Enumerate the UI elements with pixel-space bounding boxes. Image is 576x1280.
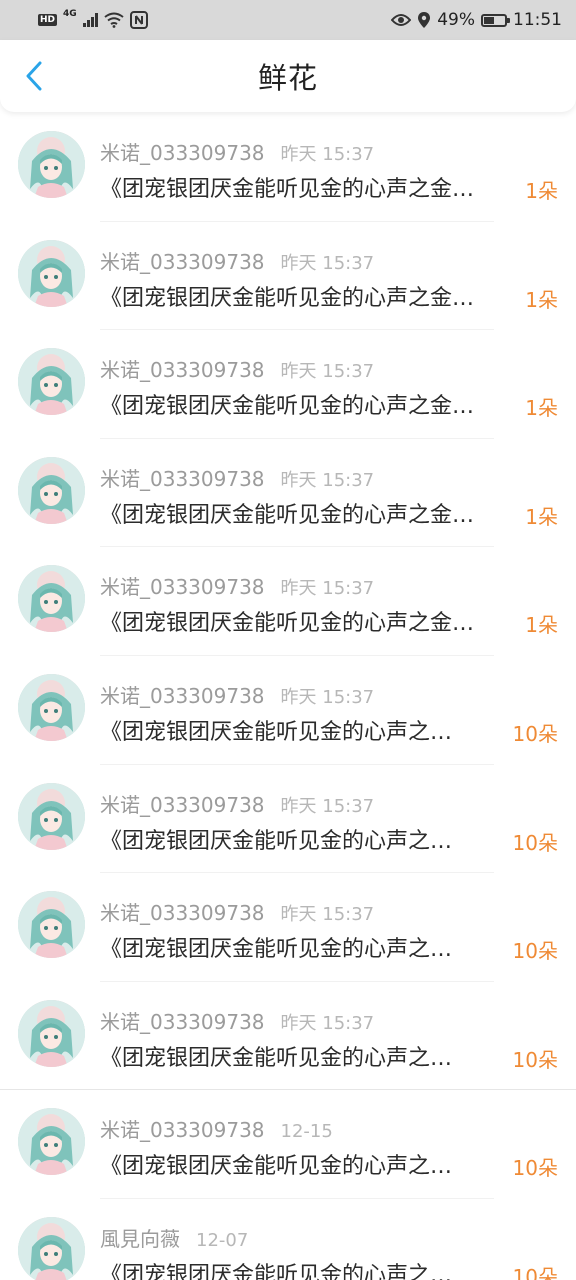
status-bar: HD 4G 49% 11:51 bbox=[0, 0, 576, 40]
avatar[interactable] bbox=[18, 673, 85, 741]
book-title[interactable]: 《团宠银团厌金能听见金的心声之… bbox=[100, 1148, 452, 1180]
avatar[interactable] bbox=[18, 239, 85, 307]
avatar[interactable] bbox=[18, 131, 85, 198]
user-name[interactable]: 風見向薇 bbox=[100, 1223, 180, 1252]
timestamp: 昨天 15:37 bbox=[280, 252, 375, 274]
flower-count: 10朵 bbox=[512, 1047, 558, 1072]
user-name[interactable]: 米诺_033309738 bbox=[100, 571, 265, 600]
user-name[interactable]: 米诺_033309738 bbox=[100, 463, 265, 492]
timestamp: 昨天 15:37 bbox=[280, 795, 375, 817]
timestamp: 12-15 bbox=[280, 1121, 333, 1143]
flower-count: 1朵 bbox=[525, 287, 558, 312]
wifi-icon bbox=[104, 12, 124, 28]
battery-level bbox=[484, 16, 494, 24]
user-name[interactable]: 米诺_033309738 bbox=[100, 137, 265, 166]
chevron-left-icon bbox=[26, 61, 42, 91]
book-title[interactable]: 《团宠银团厌金能听见金的心声之金… bbox=[100, 388, 474, 420]
avatar[interactable] bbox=[18, 1216, 85, 1280]
name-line: 米诺_033309738 昨天 15:37 bbox=[100, 137, 374, 166]
book-title[interactable]: 《团宠银团厌金能听见金的心声之金… bbox=[100, 605, 474, 637]
location-icon bbox=[418, 12, 431, 28]
timestamp: 昨天 15:37 bbox=[280, 361, 375, 383]
flower-count: 10朵 bbox=[512, 830, 558, 855]
name-line: 風見向薇 12-07 bbox=[100, 1223, 248, 1252]
book-title[interactable]: 《团宠银团厌金能听见金的心声之… bbox=[100, 823, 452, 855]
user-name[interactable]: 米诺_033309738 bbox=[100, 680, 265, 709]
sim-hd-icon: HD bbox=[38, 14, 58, 26]
timestamp: 12-07 bbox=[196, 1229, 249, 1251]
avatar[interactable] bbox=[18, 348, 85, 416]
list-item[interactable]: 米诺_033309738 昨天 15:37 《团宠银团厌金能听见金的心声之金… … bbox=[0, 330, 576, 439]
status-right: 49% 11:51 bbox=[391, 10, 562, 30]
user-name[interactable]: 米诺_033309738 bbox=[100, 897, 265, 926]
flower-count: 10朵 bbox=[512, 939, 558, 964]
avatar[interactable] bbox=[18, 999, 85, 1067]
timestamp: 昨天 15:37 bbox=[280, 144, 375, 165]
flower-count: 1朵 bbox=[525, 396, 558, 421]
name-line: 米诺_033309738 昨天 15:37 bbox=[100, 571, 374, 600]
book-title[interactable]: 《团宠银团厌金能听见金的心声之… bbox=[100, 1040, 452, 1072]
book-title[interactable]: 《团宠银团厌金能听见金的心声之… bbox=[100, 1257, 452, 1280]
eye-icon bbox=[391, 14, 412, 26]
flower-count: 1朵 bbox=[525, 613, 558, 638]
list-item[interactable]: 米诺_033309738 昨天 15:37 《团宠银团厌金能听见金的心声之金… … bbox=[0, 439, 576, 548]
book-title[interactable]: 《团宠银团厌金能听见金的心声之… bbox=[100, 931, 452, 963]
list-item[interactable]: 米诺_033309738 昨天 15:37 《团宠银团厌金能听见金的心声之… 1… bbox=[0, 982, 576, 1091]
user-name[interactable]: 米诺_033309738 bbox=[100, 1006, 265, 1035]
list-item[interactable]: 米诺_033309738 昨天 15:37 《团宠银团厌金能听见金的心声之金… … bbox=[0, 547, 576, 656]
battery-icon bbox=[481, 13, 510, 27]
list-item[interactable]: 米诺_033309738 昨天 15:37 《团宠银团厌金能听见金的心声之金… … bbox=[0, 113, 576, 222]
book-title[interactable]: 《团宠银团厌金能听见金的心声之金… bbox=[100, 280, 474, 312]
list-item[interactable]: 米诺_033309738 12-15 《团宠银团厌金能听见金的心声之… 10朵 bbox=[0, 1090, 576, 1199]
clock: 11:51 bbox=[513, 10, 562, 30]
book-title[interactable]: 《团宠银团厌金能听见金的心声之… bbox=[100, 714, 452, 746]
name-line: 米诺_033309738 昨天 15:37 bbox=[100, 1006, 374, 1035]
flower-count: 1朵 bbox=[525, 179, 558, 203]
flower-count: 10朵 bbox=[512, 1156, 558, 1181]
user-name[interactable]: 米诺_033309738 bbox=[100, 354, 265, 383]
battery-percent: 49% bbox=[437, 10, 475, 30]
timestamp: 昨天 15:37 bbox=[280, 904, 375, 926]
name-line: 米诺_033309738 昨天 15:37 bbox=[100, 354, 374, 383]
list-item[interactable]: 米诺_033309738 昨天 15:37 《团宠银团厌金能听见金的心声之… 1… bbox=[0, 656, 576, 765]
list-item[interactable]: 米诺_033309738 昨天 15:37 《团宠银团厌金能听见金的心声之… 1… bbox=[0, 765, 576, 874]
flower-count: 10朵 bbox=[512, 1264, 558, 1280]
page-title: 鲜花 bbox=[257, 61, 318, 95]
avatar[interactable] bbox=[18, 565, 85, 633]
list-item[interactable]: 風見向薇 12-07 《团宠银团厌金能听见金的心声之… 10朵 bbox=[0, 1199, 576, 1280]
network-type: 4G bbox=[63, 9, 77, 19]
avatar[interactable] bbox=[18, 456, 85, 524]
nav-bar: 鲜花 bbox=[0, 40, 576, 112]
book-title[interactable]: 《团宠银团厌金能听见金的心声之金… bbox=[100, 497, 474, 529]
signal-icon bbox=[82, 13, 98, 27]
flower-count: 1朵 bbox=[525, 504, 558, 529]
avatar[interactable] bbox=[18, 891, 85, 959]
avatar[interactable] bbox=[18, 782, 85, 850]
user-name[interactable]: 米诺_033309738 bbox=[100, 789, 265, 818]
name-line: 米诺_033309738 昨天 15:37 bbox=[100, 680, 374, 709]
name-line: 米诺_033309738 12-15 bbox=[100, 1114, 333, 1143]
nfc-icon bbox=[129, 11, 148, 29]
name-line: 米诺_033309738 昨天 15:37 bbox=[100, 463, 374, 492]
name-line: 米诺_033309738 昨天 15:37 bbox=[100, 897, 374, 926]
back-button[interactable] bbox=[18, 60, 50, 92]
flower-count: 10朵 bbox=[512, 721, 558, 746]
avatar[interactable] bbox=[18, 1108, 85, 1176]
user-name[interactable]: 米诺_033309738 bbox=[100, 1114, 265, 1143]
gift-record-list: 米诺_033309738 昨天 15:37 《团宠银团厌金能听见金的心声之金… … bbox=[0, 113, 576, 1280]
list-item[interactable]: 米诺_033309738 昨天 15:37 《团宠银团厌金能听见金的心声之… 1… bbox=[0, 873, 576, 982]
user-name[interactable]: 米诺_033309738 bbox=[100, 246, 265, 275]
status-left: HD 4G bbox=[38, 9, 148, 29]
name-line: 米诺_033309738 昨天 15:37 bbox=[100, 789, 374, 818]
timestamp: 昨天 15:37 bbox=[280, 578, 375, 600]
timestamp: 昨天 15:37 bbox=[280, 469, 375, 491]
list-item[interactable]: 米诺_033309738 昨天 15:37 《团宠银团厌金能听见金的心声之金… … bbox=[0, 222, 576, 331]
name-line: 米诺_033309738 昨天 15:37 bbox=[100, 246, 374, 275]
book-title[interactable]: 《团宠银团厌金能听见金的心声之金… bbox=[100, 171, 474, 203]
timestamp: 昨天 15:37 bbox=[280, 686, 375, 708]
timestamp: 昨天 15:37 bbox=[280, 1012, 375, 1034]
